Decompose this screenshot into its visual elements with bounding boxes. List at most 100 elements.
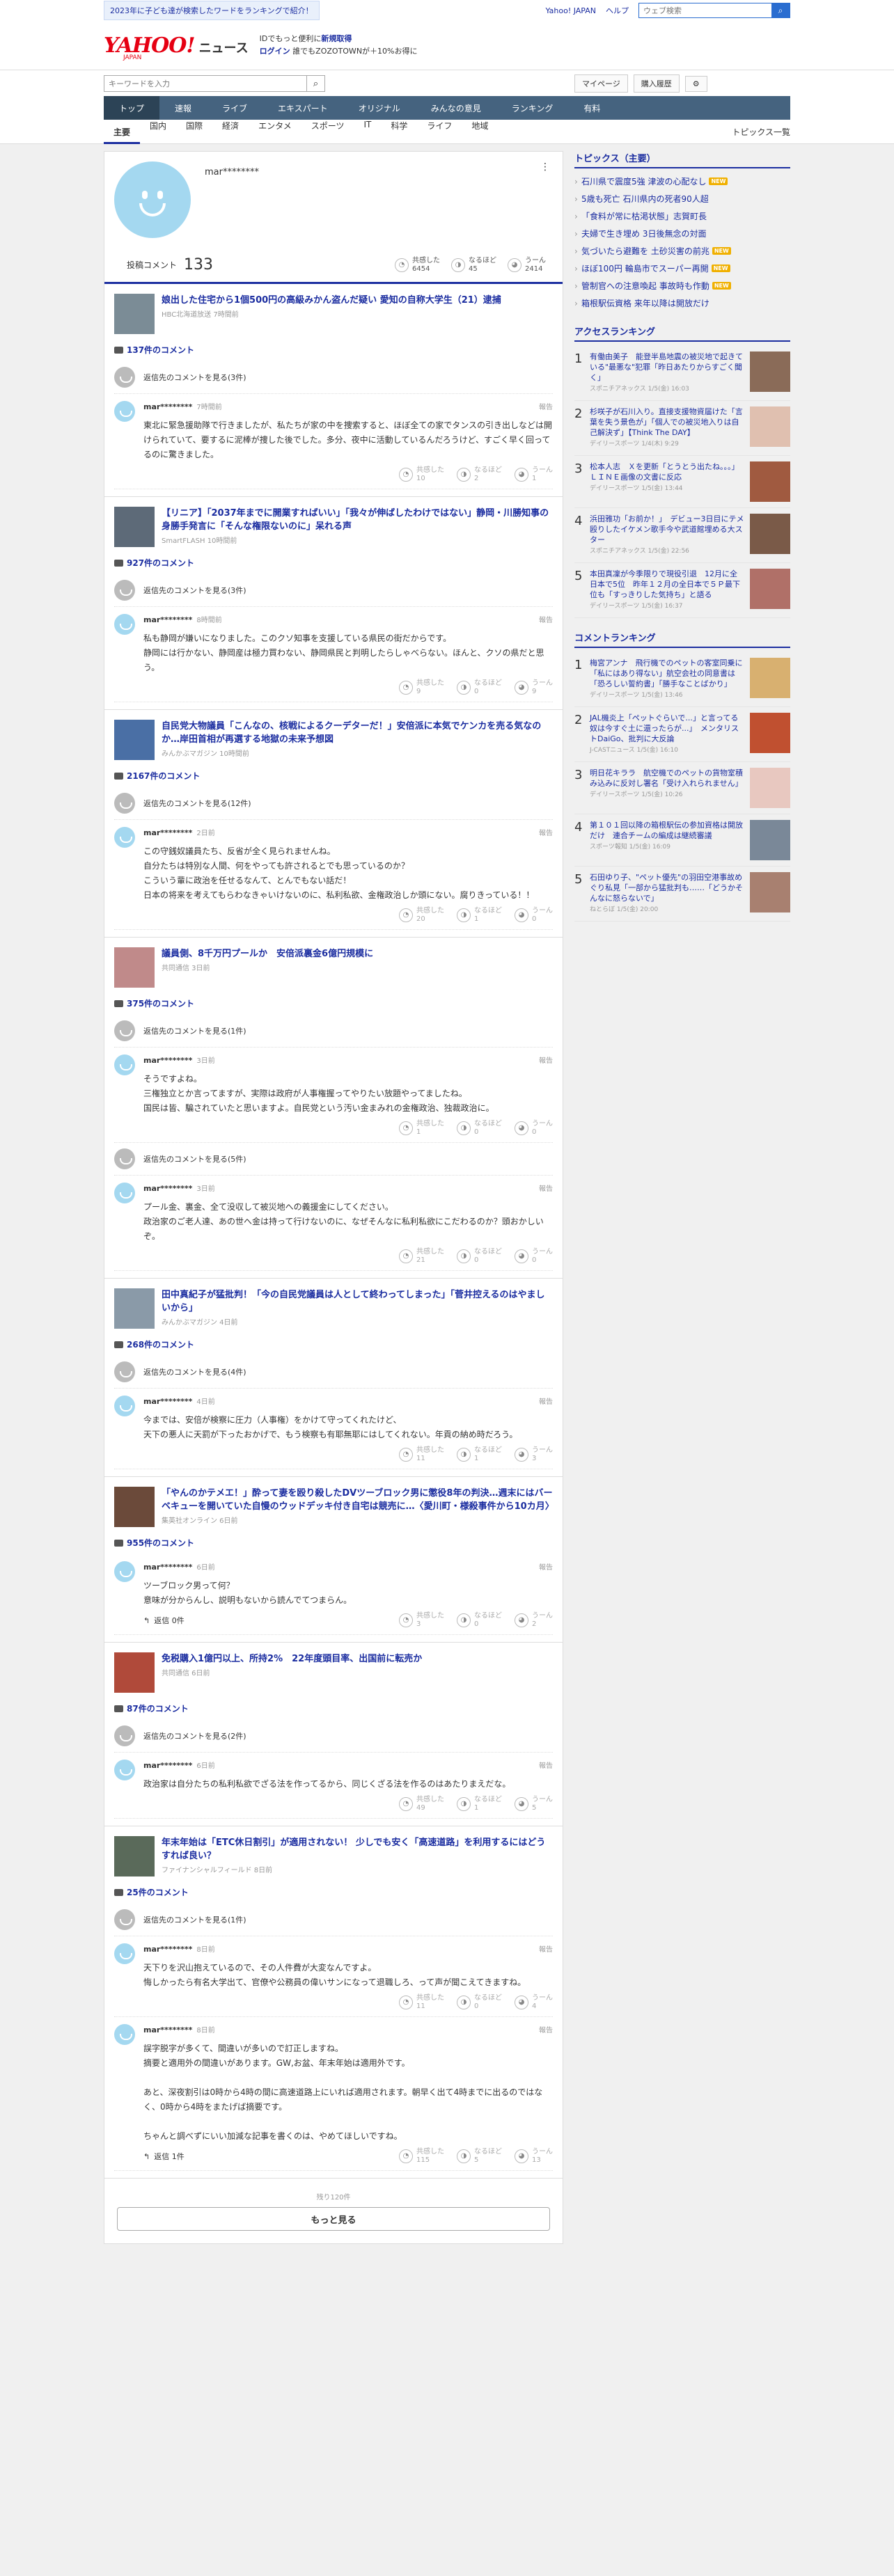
article-title[interactable]: 年末年始は「ETC休日割引」が適用されない！ 少しでも安く「高速道路」を利用する… bbox=[162, 1836, 553, 1863]
nav-tab[interactable]: トップ bbox=[104, 96, 160, 120]
article-title[interactable]: 【リニア】「2037年までに開業すればいい」「我々が伸ばしたわけではない」静岡・… bbox=[162, 507, 553, 533]
reaction-button[interactable]: ◕ うーん 5 bbox=[515, 1796, 553, 1812]
comment-username[interactable]: mar******** bbox=[143, 1945, 192, 1954]
reaction-button[interactable]: ◕ うーん 13 bbox=[515, 2148, 553, 2165]
reply-parent-link[interactable]: 返信先のコメントを見る(3件) bbox=[114, 361, 553, 394]
search-icon[interactable]: ⌕ bbox=[771, 3, 790, 17]
zozo-promo[interactable]: 誰でもZOZOTOWNが＋10%お得に bbox=[292, 47, 417, 56]
article-title[interactable]: 娘出した住宅から1個500円の高級みかん盗んだ疑い 愛知の自称大学生（21）逮捕 bbox=[162, 294, 501, 307]
reaction-button[interactable]: ◔ 共感した 49 bbox=[399, 1796, 444, 1812]
yahoo-japan-link[interactable]: Yahoo! JAPAN bbox=[545, 6, 596, 15]
reaction-button[interactable]: ◕ うーん 0 bbox=[515, 1120, 553, 1137]
article-thumbnail[interactable] bbox=[114, 294, 155, 334]
reaction-button[interactable]: ◑ なるほど 5 bbox=[457, 2148, 502, 2165]
category-tab[interactable]: スポーツ bbox=[301, 120, 354, 144]
comment-username[interactable]: mar******** bbox=[143, 1397, 192, 1406]
comment-count-link[interactable]: 375件のコメント bbox=[114, 997, 553, 1009]
reaction-button[interactable]: ◕ うーん 9 bbox=[515, 679, 553, 696]
article-thumbnail[interactable] bbox=[114, 1836, 155, 1876]
article-thumbnail[interactable] bbox=[114, 507, 155, 547]
comment-count-link[interactable]: 25件のコメント bbox=[114, 1886, 553, 1898]
topic-item[interactable]: 「食料が常に枯渇状態」志賀町長 bbox=[574, 207, 790, 225]
reply-parent-link[interactable]: 返信先のコメントを見る(4件) bbox=[114, 1356, 553, 1389]
reaction-button[interactable]: ◔ 共感した 11 bbox=[399, 1994, 444, 2011]
comment-count-link[interactable]: 955件のコメント bbox=[114, 1537, 553, 1549]
notice-banner[interactable]: 2023年に子ども達が検索したワードをランキングで紹介！ bbox=[104, 1, 320, 20]
comment-username[interactable]: mar******** bbox=[143, 1056, 192, 1065]
reply-parent-link[interactable]: 返信先のコメントを見る(3件) bbox=[114, 574, 553, 607]
reply-button[interactable]: ↰ 返信 1件 bbox=[143, 2151, 185, 2162]
topic-item[interactable]: 5歳も死亡 石川県内の死者90人超 bbox=[574, 190, 790, 207]
ranking-item[interactable]: 5 石田ゆり子、"ペット優先"の羽田空港事故めぐり私見「一部から猛批判も……「どう… bbox=[574, 867, 790, 922]
reaction-button[interactable]: ◔ 共感した 10 bbox=[399, 466, 444, 483]
comment-username[interactable]: mar******** bbox=[143, 828, 192, 837]
reply-button[interactable]: ↰ 返信 0件 bbox=[143, 1615, 185, 1626]
nav-tab[interactable]: エキスパート bbox=[262, 96, 343, 120]
reply-parent-link[interactable]: 返信先のコメントを見る(1件) bbox=[114, 1015, 553, 1048]
article-thumbnail[interactable] bbox=[114, 720, 155, 760]
reaction-button[interactable]: ◑ なるほど 1 bbox=[457, 1446, 502, 1463]
article-title[interactable]: 免税購入1億円以上、所持2% 22年度頭目率、出国前に転売か bbox=[162, 1652, 422, 1666]
report-button[interactable]: 報告 bbox=[539, 614, 553, 624]
article-thumbnail[interactable] bbox=[114, 1288, 155, 1329]
ranking-item[interactable]: 5 本田真凜が今季限りで現役引退 12月に全日本で5位 昨年１２月の全日本で５Ｐ最… bbox=[574, 563, 790, 618]
comment-count-link[interactable]: 927件のコメント bbox=[114, 557, 553, 569]
category-tab[interactable]: 国内 bbox=[140, 120, 176, 144]
ranking-item[interactable]: 4 浜田雅功「お前か！」 デビュー3日目にテメ殴りしたイケメン歌手今や武道館埋める… bbox=[574, 508, 790, 563]
comment-username[interactable]: mar******** bbox=[143, 1184, 192, 1193]
article-thumbnail[interactable] bbox=[114, 947, 155, 988]
comment-username[interactable]: mar******** bbox=[143, 1761, 192, 1770]
ranking-item[interactable]: 3 明日花キララ 航空機でのペットの貨物室積み込みに反対し署名「受け入れられません… bbox=[574, 762, 790, 814]
nav-tab[interactable]: ランキング bbox=[496, 96, 569, 120]
topics-list-link[interactable]: トピックス一覧 bbox=[732, 126, 790, 138]
topic-item[interactable]: 石川県で震度5強 津波の心配なしNEW bbox=[574, 173, 790, 190]
reaction-button[interactable]: ◑ なるほど 0 bbox=[457, 1612, 502, 1629]
reply-parent-link[interactable]: 返信先のコメントを見る(2件) bbox=[114, 1720, 553, 1753]
gear-icon[interactable]: ⚙ bbox=[684, 75, 707, 92]
ranking-item[interactable]: 4 第１０１回以降の箱根駅伝の参加資格は開放だけ 連合チームの編成は継続審議 スポー… bbox=[574, 814, 790, 867]
reaction-button[interactable]: ◑ なるほど 0 bbox=[457, 1994, 502, 2011]
reaction-button[interactable]: ◔ 共感した 20 bbox=[399, 907, 444, 924]
comment-count-link[interactable]: 137件のコメント bbox=[114, 344, 553, 356]
category-tab[interactable]: 主要 bbox=[104, 126, 141, 144]
comment-count-link[interactable]: 268件のコメント bbox=[114, 1338, 553, 1350]
report-button[interactable]: 報告 bbox=[539, 1561, 553, 1572]
reaction-button[interactable]: ◔ 共感した 21 bbox=[399, 1248, 444, 1265]
reaction-button[interactable]: ◕ うーん 4 bbox=[515, 1994, 553, 2011]
reaction-button[interactable]: ◕ うーん 2 bbox=[515, 1612, 553, 1629]
comment-username[interactable]: mar******** bbox=[143, 1563, 192, 1572]
ranking-item[interactable]: 2 JAL機炎上「ペットぐらいで...」と言ってる奴は今すぐ土に還ったらが...」… bbox=[574, 707, 790, 762]
help-link[interactable]: ヘルプ bbox=[606, 5, 629, 16]
topic-item[interactable]: ほぼ100円 輪島市でスーパー再開NEW bbox=[574, 260, 790, 277]
reaction-button[interactable]: ◑ なるほど 0 bbox=[457, 679, 502, 696]
reaction-button[interactable]: ◔ 共感した 9 bbox=[399, 679, 444, 696]
comment-username[interactable]: mar******** bbox=[143, 615, 192, 624]
report-button[interactable]: 報告 bbox=[539, 1396, 553, 1406]
comment-username[interactable]: mar******** bbox=[143, 2025, 192, 2034]
article-thumbnail[interactable] bbox=[114, 1652, 155, 1693]
yahoo-news-logo[interactable]: YAHOO! JAPAN ニュース bbox=[104, 33, 249, 61]
load-more-button[interactable]: もっと見る bbox=[117, 2207, 550, 2231]
category-tab[interactable]: 科学 bbox=[381, 120, 417, 144]
reaction-button[interactable]: ◔ 共感した 3 bbox=[399, 1612, 444, 1629]
signup-link[interactable]: 新規取得 bbox=[321, 34, 352, 43]
article-title[interactable]: 自民党大物議員「こんなの、核戦によるクーデターだ！」安倍派に本気でケンカを売る気… bbox=[162, 720, 553, 746]
topic-item[interactable]: 箱根駅伝資格 来年以降は開放だけ bbox=[574, 294, 790, 312]
category-tab[interactable]: ライフ bbox=[417, 120, 462, 144]
reaction-button[interactable]: ◔ 共感した 115 bbox=[399, 2148, 444, 2165]
mypage-button[interactable]: マイページ bbox=[574, 74, 628, 93]
reaction-button[interactable]: ◑ なるほど 1 bbox=[457, 1796, 502, 1812]
nav-tab[interactable]: オリジナル bbox=[343, 96, 416, 120]
reply-parent-link[interactable]: 返信先のコメントを見る(5件) bbox=[114, 1143, 553, 1176]
topic-item[interactable]: 管制官への注意喚起 事故時も作動NEW bbox=[574, 277, 790, 294]
reply-parent-link[interactable]: 返信先のコメントを見る(1件) bbox=[114, 1904, 553, 1936]
article-title[interactable]: 田中真紀子が猛批判！「今の自民党議員は人として終わってしまった」「菅井控えるのは… bbox=[162, 1288, 553, 1315]
reaction-button[interactable]: ◑ なるほど 1 bbox=[457, 907, 502, 924]
reaction-button[interactable]: ◕ うーん 3 bbox=[515, 1446, 553, 1463]
comment-count-link[interactable]: 87件のコメント bbox=[114, 1702, 553, 1714]
report-button[interactable]: 報告 bbox=[539, 1054, 553, 1065]
nav-tab[interactable]: みんなの意見 bbox=[416, 96, 496, 120]
article-thumbnail[interactable] bbox=[114, 1487, 155, 1527]
reaction-button[interactable]: ◑ なるほど 0 bbox=[457, 1248, 502, 1265]
reply-parent-link[interactable]: 返信先のコメントを見る(12件) bbox=[114, 787, 553, 820]
